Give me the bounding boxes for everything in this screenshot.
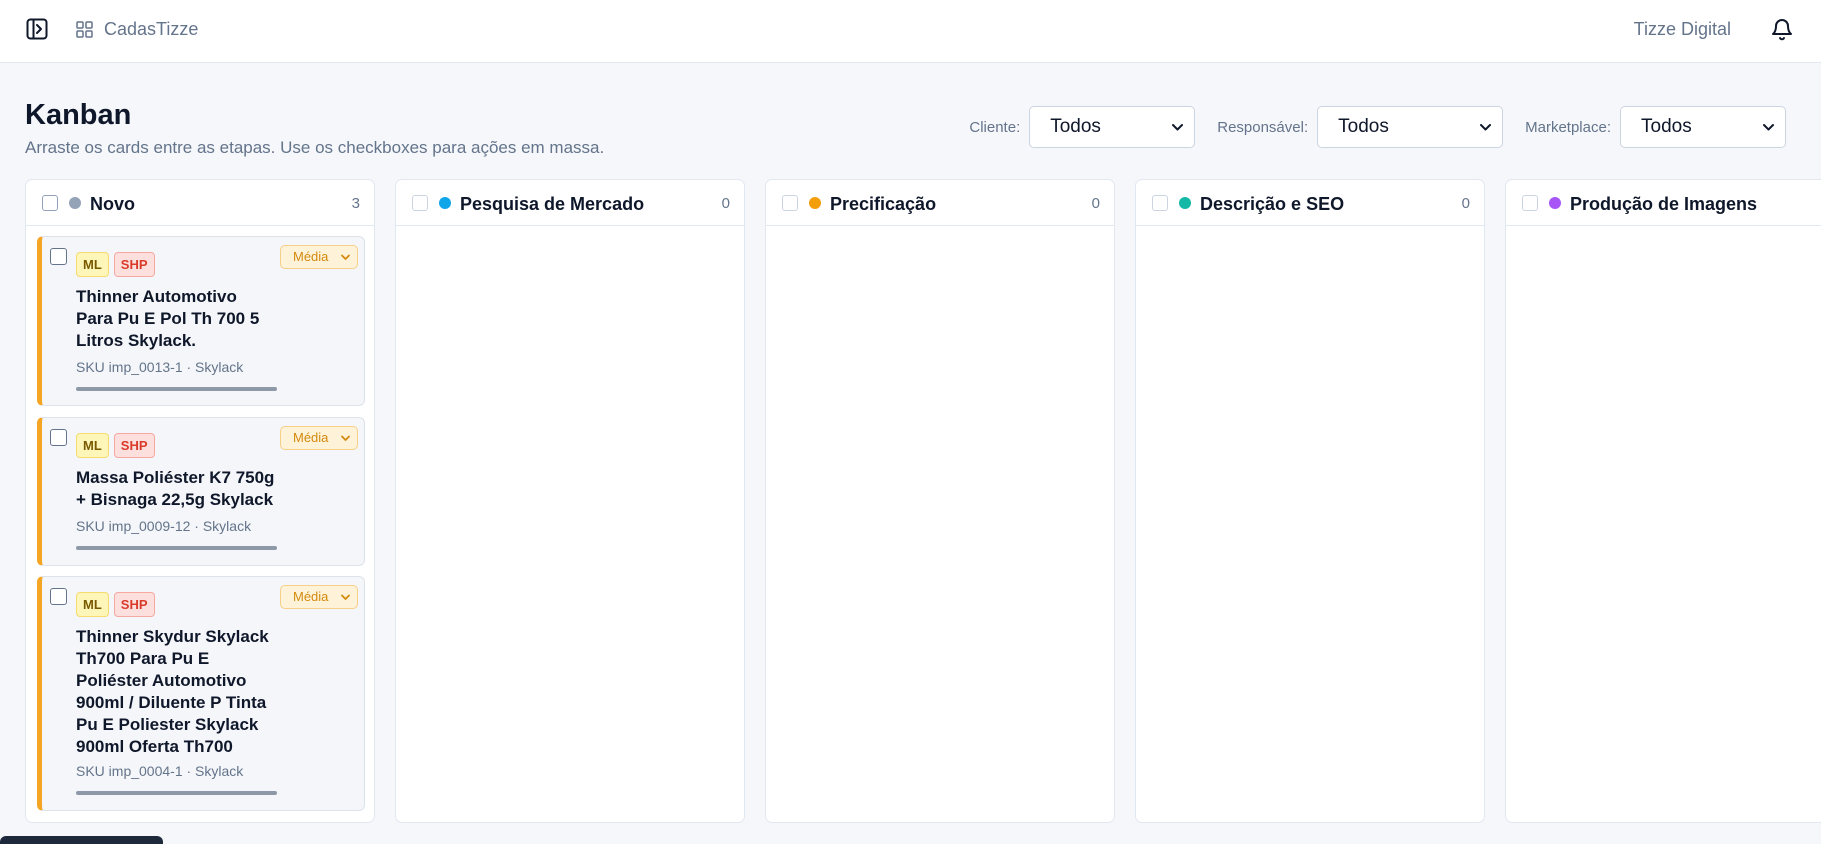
column-title: Pesquisa de Mercado bbox=[460, 194, 645, 214]
card-checkbox[interactable] bbox=[50, 429, 67, 446]
page-title: Kanban bbox=[25, 99, 132, 131]
responsible-filter-label: Responsável: bbox=[1217, 118, 1309, 136]
status-dot bbox=[1549, 197, 1561, 209]
priority-value: Média bbox=[293, 249, 329, 264]
column-header: Precificação 0 bbox=[766, 180, 1114, 226]
column-header: Descrição e SEO 0 bbox=[1136, 180, 1484, 226]
column-select-checkbox[interactable] bbox=[1152, 195, 1168, 211]
column-select-checkbox[interactable] bbox=[782, 195, 798, 211]
status-dot bbox=[439, 197, 451, 209]
status-dot bbox=[809, 197, 821, 209]
chevron-down-icon bbox=[341, 435, 350, 441]
badge-shp: SHP bbox=[113, 252, 155, 277]
column-title: Descrição e SEO bbox=[1200, 194, 1345, 214]
marketplace-filter-label: Marketplace: bbox=[1525, 118, 1611, 136]
card-progress-bar bbox=[76, 387, 277, 391]
card-title: Massa Poliéster K7 750g + Bisnaga 22,5g … bbox=[76, 468, 275, 509]
card-progress-bar bbox=[76, 546, 277, 550]
org-name[interactable]: Tizze Digital bbox=[1634, 18, 1731, 40]
card-progress-bar bbox=[76, 791, 277, 795]
kanban-board: Novo 3 ML SHP Média Thinner Automotivo P… bbox=[25, 179, 1821, 823]
chevron-down-icon bbox=[1763, 124, 1774, 131]
column-count: 0 bbox=[721, 195, 730, 212]
chevron-down-icon bbox=[1480, 124, 1492, 131]
column-select-checkbox[interactable] bbox=[412, 195, 428, 211]
client-filter-value: Todos bbox=[1050, 116, 1101, 137]
column-count: 0 bbox=[1091, 195, 1100, 212]
column-select-checkbox[interactable] bbox=[42, 195, 58, 211]
kanban-card[interactable]: ML SHP Média Thinner Automotivo Para Pu … bbox=[37, 236, 365, 406]
card-checkbox[interactable] bbox=[50, 588, 67, 605]
status-dot bbox=[1179, 197, 1191, 209]
marketplace-badges: ML SHP bbox=[76, 433, 160, 458]
priority-value: Média bbox=[293, 430, 329, 445]
column-count: 0 bbox=[1461, 195, 1470, 212]
column-count: 3 bbox=[351, 195, 360, 212]
badge-ml: ML bbox=[76, 433, 109, 458]
column-header: Pesquisa de Mercado 0 bbox=[396, 180, 744, 226]
top-bar: CadasTizze Tizze Digital bbox=[0, 0, 1821, 63]
page-subtitle: Arraste os cards entre as etapas. Use os… bbox=[25, 138, 605, 157]
grid-icon bbox=[76, 21, 93, 38]
card-meta: SKU imp_0004-1 · Skylack bbox=[76, 763, 244, 779]
responsible-filter-value: Todos bbox=[1338, 116, 1389, 137]
column-novo: Novo 3 ML SHP Média Thinner Automotivo P… bbox=[25, 179, 375, 823]
priority-select[interactable]: Média bbox=[280, 245, 358, 269]
card-meta: SKU imp_0013-1 · Skylack bbox=[76, 359, 244, 375]
column-title: Produção de Imagens bbox=[1570, 194, 1758, 214]
column-title: Precificação bbox=[830, 194, 937, 214]
kanban-card[interactable]: ML SHP Média Massa Poliéster K7 750g + B… bbox=[37, 417, 365, 566]
column-precificacao: Precificação 0 bbox=[765, 179, 1115, 823]
column-pesquisa-de-mercado: Pesquisa de Mercado 0 bbox=[395, 179, 745, 823]
card-meta: SKU imp_0009-12 · Skylack bbox=[76, 518, 252, 534]
client-filter-label: Cliente: bbox=[969, 118, 1021, 136]
client-filter-select[interactable]: Todos bbox=[1029, 106, 1196, 148]
card-title: Thinner Skydur Skylack Th700 Para Pu E P… bbox=[76, 627, 269, 756]
marketplace-badges: ML SHP bbox=[76, 252, 160, 277]
status-dot bbox=[69, 197, 81, 209]
priority-select[interactable]: Média bbox=[280, 426, 358, 450]
badge-ml: ML bbox=[76, 252, 109, 277]
column-select-checkbox[interactable] bbox=[1522, 195, 1538, 211]
bell-icon[interactable] bbox=[1770, 16, 1794, 42]
responsible-filter-select[interactable]: Todos bbox=[1317, 106, 1504, 148]
chevron-down-icon bbox=[341, 594, 350, 600]
chevron-down-icon bbox=[1172, 124, 1184, 131]
marketplace-filter-select[interactable]: Todos bbox=[1620, 106, 1786, 148]
priority-select[interactable]: Média bbox=[280, 585, 358, 609]
filters: Cliente: Todos Responsável: Todos Market… bbox=[947, 106, 1786, 148]
card-title: Thinner Automotivo Para Pu E Pol Th 700 … bbox=[76, 287, 260, 350]
marketplace-filter-value: Todos bbox=[1641, 116, 1692, 137]
app-title: CadasTizze bbox=[104, 19, 199, 39]
sidebar-toggle-icon[interactable] bbox=[26, 18, 48, 40]
priority-value: Média bbox=[293, 589, 329, 604]
column-descricao-e-seo: Descrição e SEO 0 bbox=[1135, 179, 1485, 823]
marketplace-badges: ML SHP bbox=[76, 592, 160, 617]
badge-shp: SHP bbox=[113, 592, 155, 617]
column-header: Produção de Imagens bbox=[1506, 180, 1821, 226]
badge-ml: ML bbox=[76, 592, 109, 617]
column-header: Novo 3 bbox=[26, 180, 374, 226]
badge-shp: SHP bbox=[113, 433, 155, 458]
kanban-card[interactable]: ML SHP Média Thinner Skydur Skylack Th70… bbox=[37, 576, 365, 811]
chevron-down-icon bbox=[341, 254, 350, 260]
column-producao-de-imagens: Produção de Imagens bbox=[1505, 179, 1821, 823]
card-checkbox[interactable] bbox=[50, 248, 67, 265]
column-title: Novo bbox=[90, 194, 135, 214]
bottom-toolbar bbox=[0, 836, 163, 844]
